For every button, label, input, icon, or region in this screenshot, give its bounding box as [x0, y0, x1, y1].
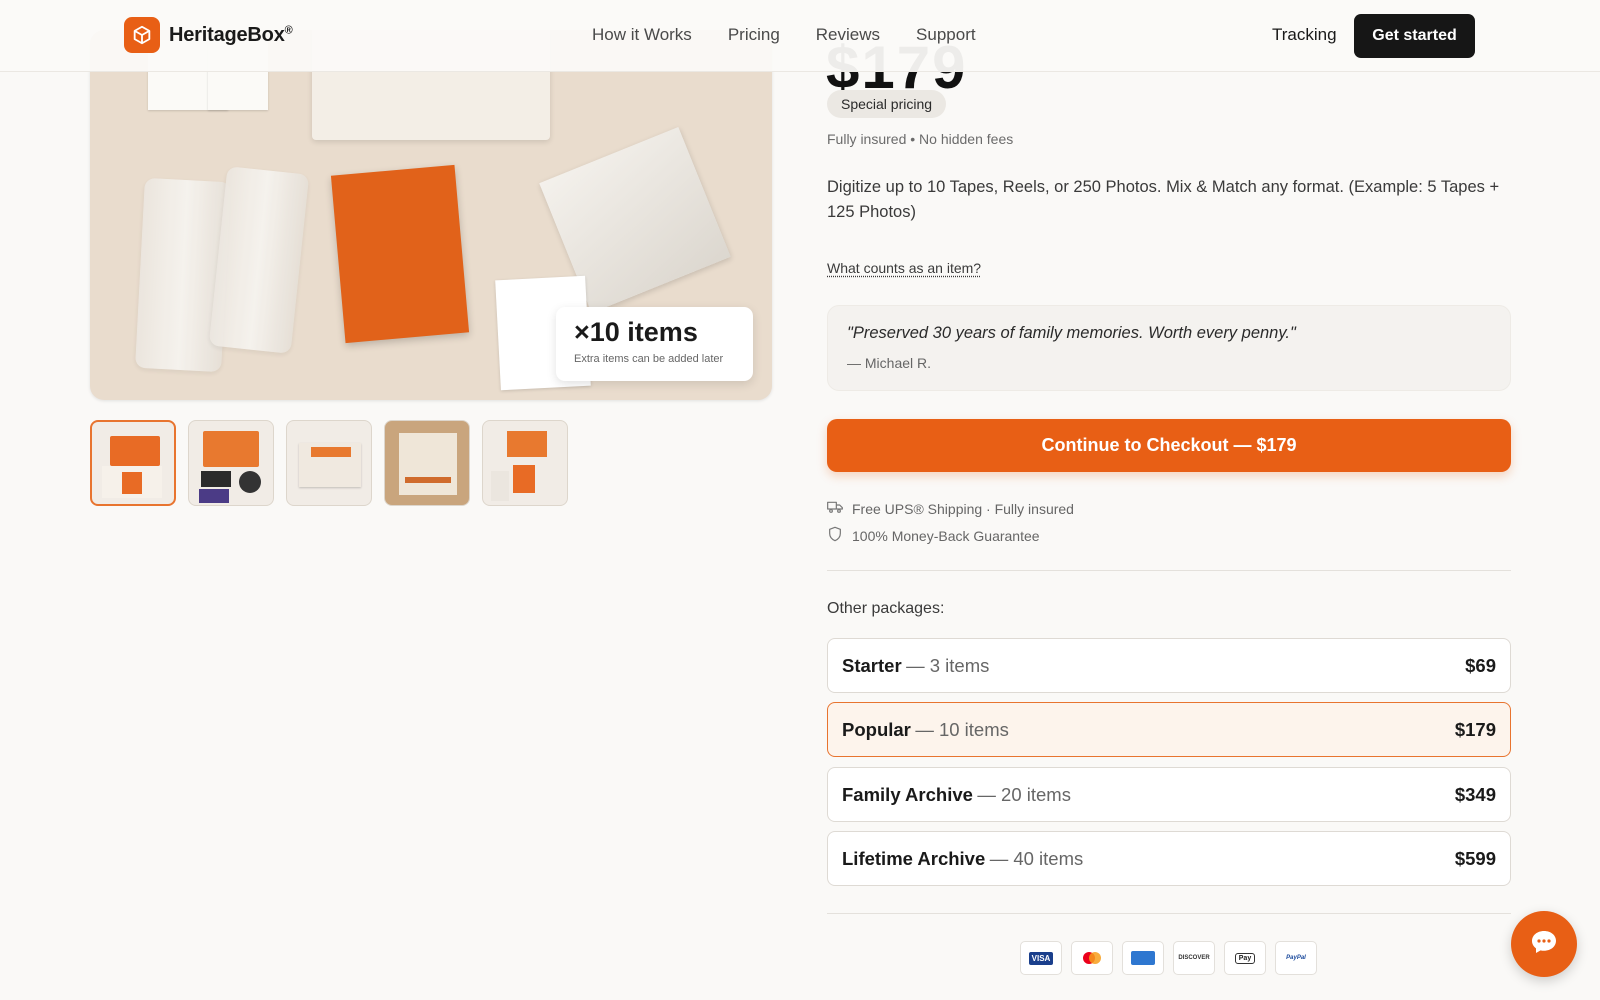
chat-bubble-icon — [1530, 929, 1558, 960]
brand-name: HeritageBox® — [169, 23, 293, 46]
package-name: Lifetime Archive — [842, 847, 986, 869]
box-icon — [124, 17, 160, 53]
items-count-badge: ×10 items Extra items can be added later — [556, 307, 753, 381]
other-packages-label: Other packages: — [827, 600, 945, 617]
package-count: — 3 items — [906, 654, 990, 676]
package-count: — 10 items — [915, 718, 1009, 740]
thumbnail-2[interactable] — [188, 420, 274, 506]
package-price: $69 — [1465, 654, 1496, 676]
amex-icon — [1122, 941, 1164, 975]
truck-icon — [827, 500, 843, 517]
items-note: Extra items can be added later — [574, 353, 724, 365]
product-description: Digitize up to 10 Tapes, Reels, or 250 P… — [827, 178, 1500, 221]
nav-pricing[interactable]: Pricing — [728, 25, 780, 45]
package-name: Family Archive — [842, 783, 973, 805]
product-hero-image: ×10 items Extra items can be added later — [90, 30, 772, 400]
checkout-button[interactable]: Continue to Checkout — $179 — [827, 419, 1511, 472]
perk-shipping-text: Free UPS® Shipping · Fully insured — [852, 500, 1074, 517]
mastercard-icon — [1071, 941, 1113, 975]
site-header: HeritageBox® How it Works Pricing Review… — [0, 0, 1600, 72]
nav-how-it-works[interactable]: How it Works — [592, 25, 692, 45]
air-pillow — [208, 166, 310, 354]
divider — [827, 570, 1511, 571]
discover-icon: DISCOVER — [1173, 941, 1215, 975]
package-name: Popular — [842, 718, 911, 740]
testimonial-author: — Michael R. — [847, 355, 932, 371]
nav-support[interactable]: Support — [916, 25, 976, 45]
thumbnail-1[interactable] — [90, 420, 176, 506]
package-popular[interactable]: Popular — 10 items $179 — [827, 702, 1511, 757]
paypal-icon: PayPal — [1275, 941, 1317, 975]
main-nav: How it Works Pricing Reviews Support — [592, 25, 976, 45]
visa-icon: VISA — [1020, 941, 1062, 975]
package-price: $599 — [1454, 847, 1496, 869]
perk-guarantee: 100% Money-Back Guarantee — [827, 526, 1040, 545]
testimonial-quote: "Preserved 30 years of family memories. … — [847, 324, 1296, 342]
testimonial-card: "Preserved 30 years of family memories. … — [827, 305, 1511, 391]
tracking-link[interactable]: Tracking — [1272, 25, 1337, 45]
items-count: ×10 items — [574, 317, 698, 347]
package-count: — 40 items — [989, 847, 1084, 869]
shield-icon — [827, 526, 843, 545]
special-pricing-badge: Special pricing — [827, 90, 947, 118]
package-name: Starter — [842, 654, 902, 676]
package-count: — 20 items — [977, 783, 1071, 805]
chat-button[interactable] — [1511, 911, 1577, 977]
package-starter[interactable]: Starter — 3 items $69 — [827, 638, 1511, 693]
thumbnail-3[interactable] — [286, 420, 372, 506]
insured-note: Fully insured • No hidden fees — [827, 131, 1014, 147]
thumbnail-strip — [90, 420, 568, 506]
perk-guarantee-text: 100% Money-Back Guarantee — [852, 527, 1040, 544]
package-family-archive[interactable]: Family Archive — 20 items $349 — [827, 767, 1511, 822]
what-counts-link[interactable]: What counts as an item? — [827, 260, 981, 276]
perk-shipping: Free UPS® Shipping · Fully insured — [827, 500, 1074, 517]
logo[interactable]: HeritageBox® — [124, 17, 293, 53]
get-started-button[interactable]: Get started — [1354, 14, 1475, 58]
nav-reviews[interactable]: Reviews — [816, 25, 880, 45]
instruction-booklet — [330, 164, 470, 344]
divider — [827, 913, 1511, 914]
thumbnail-4[interactable] — [384, 420, 470, 506]
package-lifetime-archive[interactable]: Lifetime Archive — 40 items $599 — [827, 831, 1511, 886]
package-price: $179 — [1454, 718, 1496, 740]
package-price: $349 — [1454, 783, 1496, 805]
thumbnail-5[interactable] — [482, 420, 568, 506]
apple-pay-icon: Pay — [1224, 941, 1266, 975]
payment-methods: VISA DISCOVER Pay PayPal — [1020, 941, 1317, 975]
